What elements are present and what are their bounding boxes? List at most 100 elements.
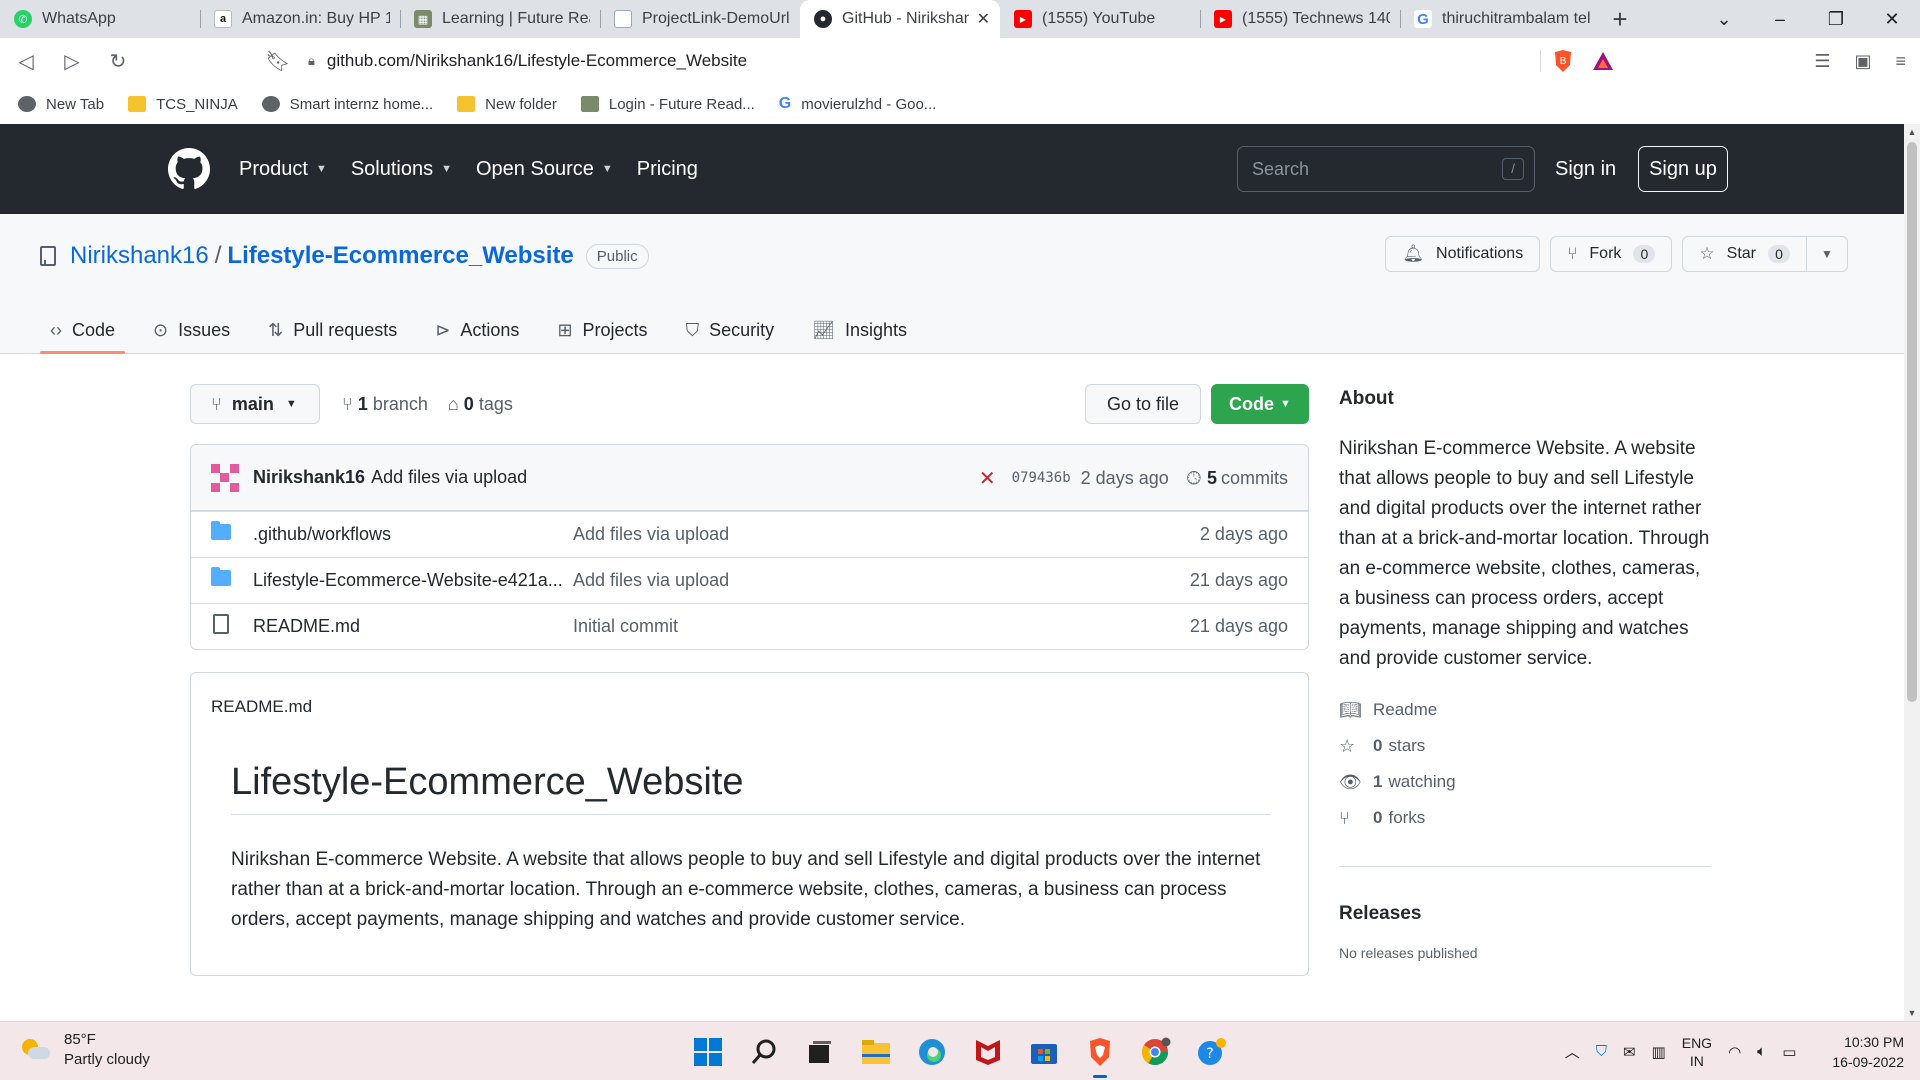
new-tab-button[interactable]: + [1600, 0, 1640, 38]
wifi-icon[interactable]: ◠ [1728, 1043, 1741, 1061]
nav-solutions[interactable]: Solutions ▼ [351, 158, 452, 181]
repo-owner-link[interactable]: Nirikshank16 [70, 242, 209, 270]
close-window-icon[interactable]: ✕ [1864, 9, 1920, 30]
battery-icon[interactable]: ▭ [1782, 1043, 1796, 1061]
go-to-file-button[interactable]: Go to file [1085, 384, 1201, 424]
tab-pull-requests[interactable]: ⇅ Pull requests [258, 306, 407, 354]
commit-message-link[interactable]: Add files via upload [371, 467, 527, 488]
branch-select-button[interactable]: ⑂ main ▼ [190, 384, 320, 424]
edge-icon[interactable] [917, 1037, 947, 1067]
nav-product[interactable]: Product ▼ [239, 158, 327, 181]
avatar[interactable] [211, 463, 239, 492]
readme-link[interactable]: 📖︎ Readme [1339, 692, 1711, 728]
file-row[interactable]: .github/workflows Add files via upload 2… [191, 511, 1308, 557]
forward-button[interactable]: ▷ [52, 41, 92, 81]
clock[interactable]: 10:30 PM 16-09-2022 [1832, 1032, 1904, 1072]
browser-tab-technews[interactable]: ▶ (1555) Technews 1409 [1200, 0, 1400, 38]
help-icon[interactable]: ? [1197, 1037, 1227, 1067]
browser-tab-google[interactable]: G thiruchitrambalam telu [1400, 0, 1600, 38]
defender-icon[interactable]: ⛉ [1596, 1043, 1607, 1060]
file-name-link[interactable]: README.md [253, 616, 573, 637]
language-indicator[interactable]: ENG IN [1682, 1034, 1712, 1070]
wallet-icon[interactable]: ▣ [1854, 51, 1871, 72]
tab-insights[interactable]: 📈︎ Insights [802, 306, 917, 354]
bookmark-login-future-ready[interactable]: Login - Future Read... [580, 96, 755, 113]
bookmark-new-folder[interactable]: New folder [457, 96, 557, 113]
mail-icon[interactable]: ✉ [1623, 1043, 1636, 1061]
file-row[interactable]: Lifestyle-Ecommerce-Website-e421a... Add… [191, 557, 1308, 603]
file-commit-link[interactable]: Add files via upload [573, 524, 729, 545]
branches-link[interactable]: ⑂ 1 branch [342, 394, 428, 415]
browser-tab-github[interactable]: ● GitHub - Nirikshan ✕ [800, 0, 1000, 38]
file-commit-link[interactable]: Initial commit [573, 616, 678, 637]
tab-search-icon[interactable]: ⌄ [1696, 9, 1752, 30]
commit-author-link[interactable]: Nirikshank16 [253, 467, 365, 488]
stars-link[interactable]: ☆ 0 stars [1339, 728, 1711, 764]
minimize-icon[interactable]: – [1752, 9, 1808, 30]
browser-tab-amazon[interactable]: a Amazon.in: Buy HP 15s [200, 0, 400, 38]
mcafee-icon[interactable] [973, 1037, 1003, 1067]
sign-in-link[interactable]: Sign in [1555, 124, 1616, 214]
failed-status-icon[interactable]: ✕ [979, 466, 996, 491]
bookmark-movierulzhd[interactable]: G movierulzhd - Goo... [779, 95, 937, 113]
fork-button[interactable]: ⑂ Fork 0 [1550, 236, 1673, 272]
search-icon[interactable] [749, 1037, 779, 1067]
watching-link[interactable]: 👁︎ 1 watching [1339, 764, 1711, 800]
brave-browser-icon[interactable] [1085, 1037, 1115, 1078]
windows-start-icon[interactable] [693, 1037, 723, 1067]
browser-tab-learning[interactable]: ▦ Learning | Future Ready [400, 0, 600, 38]
notifications-button[interactable]: 🔔︎ Notifications [1385, 236, 1541, 272]
star-dropdown-button[interactable]: ▼ [1807, 247, 1847, 261]
tab-code[interactable]: ‹› Code [40, 306, 126, 354]
github-logo-icon[interactable] [168, 148, 210, 190]
browser-tab-whatsapp[interactable]: ✆ WhatsApp [0, 0, 200, 38]
readme-filename[interactable]: README.md [211, 697, 312, 717]
brave-shield-icon[interactable]: B [1552, 49, 1574, 73]
scrollbar-thumb[interactable] [1907, 142, 1917, 702]
nav-pricing[interactable]: Pricing [637, 158, 698, 181]
chevron-up-icon[interactable]: ︿ [1565, 1041, 1580, 1062]
commits-history-link[interactable]: 🕓︎ 5 commits [1187, 468, 1288, 489]
commit-sha-link[interactable]: 079436b [1012, 470, 1071, 486]
back-button[interactable]: ◁ [6, 41, 46, 81]
tab-issues[interactable]: ⊙ Issues [143, 306, 240, 354]
releases-title[interactable]: Releases [1339, 903, 1711, 925]
scroll-up-icon[interactable]: ▲ [1904, 124, 1920, 140]
tab-projects[interactable]: ⊞ Projects [547, 306, 657, 354]
close-tab-icon[interactable]: ✕ [977, 9, 990, 29]
file-commit-link[interactable]: Add files via upload [573, 570, 729, 591]
bookmark-smart-internz[interactable]: Smart internz home... [261, 96, 433, 113]
chrome-icon[interactable] [1141, 1037, 1171, 1067]
forks-link[interactable]: ⑂ 0 forks [1339, 800, 1711, 836]
file-row[interactable]: README.md Initial commit 21 days ago [191, 603, 1308, 649]
task-view-icon[interactable] [805, 1037, 835, 1067]
address-bar[interactable]: 🔒︎ github.com/Nirikshank16/Lifestyle-Eco… [292, 44, 1542, 78]
sign-up-button[interactable]: Sign up [1638, 146, 1728, 192]
repo-name-link[interactable]: Lifestyle-Ecommerce_Website [227, 242, 573, 270]
file-name-link[interactable]: Lifestyle-Ecommerce-Website-e421a... [253, 570, 573, 591]
bookmark-tcs-ninja[interactable]: TCS_NINJA [128, 96, 238, 113]
bookmark-new-tab[interactable]: New Tab [18, 96, 104, 113]
playlist-icon[interactable]: ☰ [1814, 51, 1830, 72]
code-dropdown-button[interactable]: Code ▼ [1211, 384, 1309, 424]
scroll-down-icon[interactable]: ▼ [1904, 1005, 1920, 1021]
search-input[interactable]: Search / [1237, 146, 1535, 192]
volume-icon[interactable]: 🔈︎ [1757, 1043, 1766, 1060]
tags-link[interactable]: ⌂ 0 tags [448, 394, 513, 415]
tab-security[interactable]: ⛉ Security [676, 306, 785, 354]
file-name-link[interactable]: .github/workflows [253, 524, 573, 545]
brave-rewards-icon[interactable] [1592, 51, 1614, 71]
menu-icon[interactable]: ≡ [1895, 51, 1906, 72]
sound-mixer-icon[interactable]: ▥ [1652, 1043, 1666, 1061]
restore-icon[interactable]: ❐ [1808, 9, 1864, 30]
nav-open-source[interactable]: Open Source ▼ [476, 158, 613, 181]
weather-widget[interactable]: 85°F Partly cloudy [20, 1030, 150, 1070]
page-scrollbar[interactable]: ▲ ▼ [1904, 124, 1920, 1021]
reload-button[interactable]: ↻ [98, 41, 138, 81]
microsoft-store-icon[interactable] [1029, 1037, 1059, 1067]
browser-tab-youtube[interactable]: ▶ (1555) YouTube [1000, 0, 1200, 38]
star-button[interactable]: ☆ Star 0 [1683, 237, 1807, 271]
tab-actions[interactable]: ⊳ Actions [425, 306, 529, 354]
browser-tab-projectlink[interactable]: ProjectLink-DemoUrl.p [600, 0, 800, 38]
file-explorer-icon[interactable] [861, 1037, 891, 1067]
